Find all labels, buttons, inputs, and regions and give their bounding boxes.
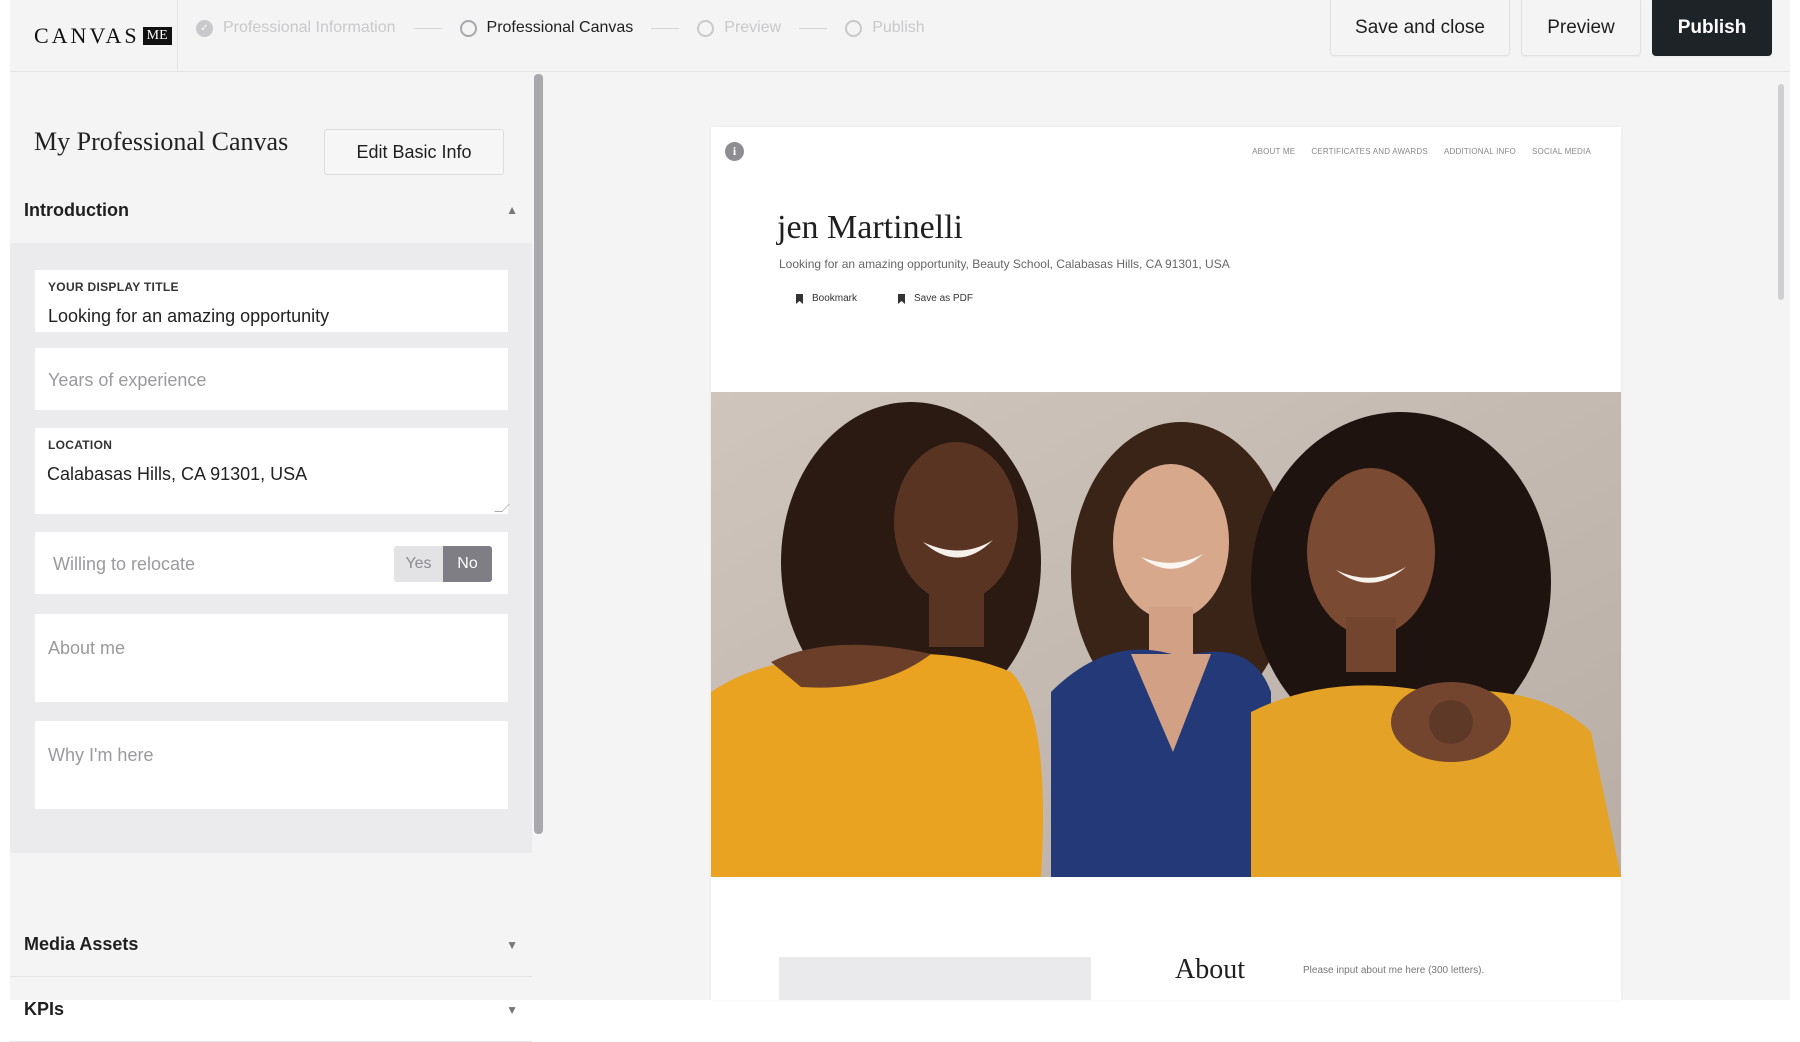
profile-name: jen Martinelli xyxy=(777,209,964,246)
bookmark-label: Bookmark xyxy=(812,293,858,304)
field-label: LOCATION xyxy=(48,438,113,452)
step-divider xyxy=(799,27,828,29)
field-value: Calabasas Hills, CA 91301, USA xyxy=(47,464,308,484)
publish-button[interactable]: Publish xyxy=(1652,0,1772,56)
field-placeholder: Years of experience xyxy=(48,370,207,390)
save-as-pdf-button[interactable]: Save as PDF xyxy=(897,293,973,304)
top-bar: CANVAS ME ✓ Professional Information Pro… xyxy=(10,0,1790,72)
progress-steps: ✓ Professional Information Professional … xyxy=(196,0,925,56)
caret-up-icon: ▲ xyxy=(506,203,518,217)
canvas-me-logo[interactable]: CANVAS ME xyxy=(34,23,172,49)
editor-sidebar: My Professional Canvas Edit Basic Info I… xyxy=(10,73,540,1042)
edit-basic-info-button[interactable]: Edit Basic Info xyxy=(324,129,504,175)
step-label: Publish xyxy=(872,19,925,36)
introduction-section-body: YOUR DISPLAY TITLE Looking for an amazin… xyxy=(10,243,532,853)
canvas-nav: ABOUT ME CERTIFICATES AND AWARDS ADDITIO… xyxy=(1252,147,1591,156)
info-icon[interactable]: i xyxy=(725,142,744,161)
about-hint-text: Please input about me here (300 letters)… xyxy=(1303,965,1485,976)
circle-icon xyxy=(697,19,715,37)
step-label: Preview xyxy=(724,19,782,36)
display-title-field[interactable]: YOUR DISPLAY TITLE Looking for an amazin… xyxy=(34,269,509,333)
step-divider xyxy=(651,27,680,29)
canvas-preview-card: i ABOUT ME CERTIFICATES AND AWARDS ADDIT… xyxy=(711,127,1621,1000)
app-frame: CANVAS ME ✓ Professional Information Pro… xyxy=(10,0,1790,1042)
section-title: Introduction xyxy=(24,199,129,220)
logo-text: CANVAS xyxy=(34,23,140,48)
nav-additional-info[interactable]: ADDITIONAL INFO xyxy=(1444,147,1516,156)
about-image-placeholder xyxy=(779,957,1091,1000)
logo-badge: ME xyxy=(142,27,172,45)
caret-down-icon: ▼ xyxy=(506,1002,518,1017)
nav-social-media[interactable]: SOCIAL MEDIA xyxy=(1532,147,1591,156)
step-preview[interactable]: Preview xyxy=(697,19,781,37)
profile-subtitle: Looking for an amazing opportunity, Beau… xyxy=(779,257,1230,271)
profile-actions: Bookmark Save as PDF xyxy=(795,293,973,304)
circle-icon xyxy=(459,19,477,37)
field-placeholder: Willing to relocate xyxy=(53,554,196,574)
section-title: Media Assets xyxy=(24,934,139,954)
circle-icon xyxy=(845,19,863,37)
step-publish[interactable]: Publish xyxy=(845,19,925,37)
field-placeholder: Why I'm here xyxy=(48,745,154,765)
hero-photo xyxy=(711,392,1621,877)
save-and-close-button[interactable]: Save and close xyxy=(1330,0,1510,56)
relocate-yes-option[interactable]: Yes xyxy=(394,546,443,582)
preview-button[interactable]: Preview xyxy=(1521,0,1641,56)
bookmark-button[interactable]: Bookmark xyxy=(795,293,857,304)
about-heading: About xyxy=(1175,954,1245,985)
sidebar-title: My Professional Canvas xyxy=(34,127,289,156)
willing-to-relocate-field: Willing to relocate Yes No xyxy=(34,531,509,595)
step-professional-information[interactable]: ✓ Professional Information xyxy=(196,19,396,37)
bookmark-icon xyxy=(796,293,803,304)
field-label: YOUR DISPLAY TITLE xyxy=(48,280,179,294)
check-circle-icon: ✓ xyxy=(196,19,213,37)
kpis-section-header[interactable]: KPIs ▼ xyxy=(10,978,532,1042)
sidebar-scrollbar[interactable] xyxy=(534,74,543,834)
nav-about-me[interactable]: ABOUT ME xyxy=(1252,147,1295,156)
bookmark-icon xyxy=(898,293,906,304)
relocate-no-option[interactable]: No xyxy=(443,546,492,582)
step-professional-canvas[interactable]: Professional Canvas xyxy=(459,19,634,37)
step-label: Professional Canvas xyxy=(486,19,634,36)
preview-scrollbar[interactable] xyxy=(1778,84,1784,300)
years-of-experience-field[interactable]: Years of experience xyxy=(34,347,509,411)
location-field[interactable]: LOCATION Calabasas Hills, CA 91301, USA xyxy=(34,427,510,515)
media-assets-section-header[interactable]: Media Assets ▼ xyxy=(10,913,532,977)
hero-photo-illustration xyxy=(711,392,1621,877)
field-placeholder: About me xyxy=(48,638,126,658)
introduction-section-header[interactable]: Introduction ▲ xyxy=(10,177,532,243)
step-label: Professional Information xyxy=(223,19,396,36)
field-value: Looking for an amazing opportunity xyxy=(48,306,330,326)
save-pdf-label: Save as PDF xyxy=(914,293,973,304)
nav-certificates-awards[interactable]: CERTIFICATES AND AWARDS xyxy=(1311,147,1428,156)
about-me-field[interactable]: About me xyxy=(34,613,509,703)
caret-down-icon: ▼ xyxy=(506,937,518,952)
step-divider xyxy=(413,27,442,29)
why-im-here-field[interactable]: Why I'm here xyxy=(34,720,509,810)
resize-handle-icon[interactable] xyxy=(494,504,510,512)
section-title: KPIs xyxy=(24,999,65,1019)
relocate-toggle[interactable]: Yes No xyxy=(394,546,492,582)
logo-area: CANVAS ME xyxy=(10,0,178,72)
